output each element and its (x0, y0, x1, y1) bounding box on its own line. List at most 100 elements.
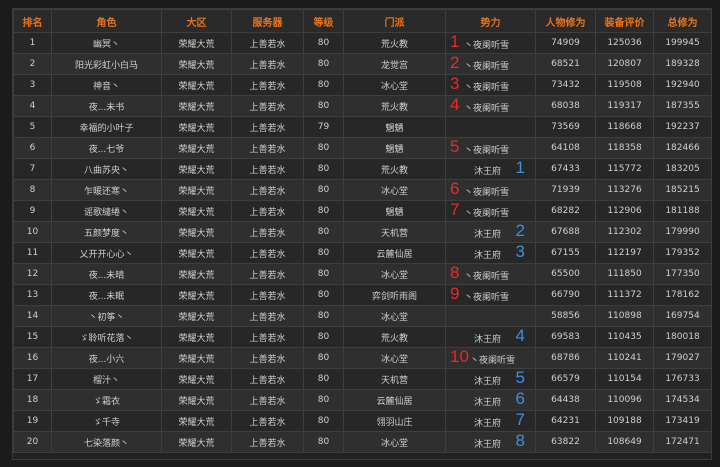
table-row[interactable]: 2 阳光彩虹小白马 荣耀大荒 上善若水 80 龙觉宫 2 丶夜阑听雪 68521 120807 18… (13, 53, 712, 75)
cell-rank: 6 (13, 137, 52, 159)
cell-region: 荣耀大荒 (161, 431, 232, 453)
cell-server: 上善若水 (231, 116, 304, 138)
col-header-cultivation[interactable]: 人物修为 (535, 9, 596, 33)
cell-equip: 111372 (595, 284, 654, 306)
col-header-sect[interactable]: 门派 (343, 9, 446, 33)
cell-sect: 翎羽山庄 (343, 410, 446, 432)
cell-equip: 119508 (595, 74, 654, 96)
cell-rank: 3 (13, 74, 52, 96)
faction-rank-marker: 5 (450, 137, 460, 156)
table-row[interactable]: 20 七染落颜丶 荣耀大荒 上善若水 80 冰心堂 8 沐王府 63822 108649 17247… (13, 431, 712, 453)
col-header-role[interactable]: 角色 (51, 9, 162, 33)
cell-rank: 9 (13, 200, 52, 222)
table-row[interactable]: 16 夜...小六 荣耀大荒 上善若水 80 冰心堂 10 丶夜阑听雪 68786 110241 1… (13, 347, 712, 369)
cell-equip: 110241 (595, 347, 654, 369)
cell-total: 179027 (653, 347, 712, 369)
cell-region: 荣耀大荒 (161, 347, 232, 369)
faction-name: 沐王府 (474, 440, 502, 450)
faction-rank-marker: 3 (450, 74, 460, 93)
cell-faction: 7 丶夜阑听雪 (445, 200, 536, 222)
cell-server: 上善若水 (231, 263, 304, 285)
cell-cult: 66790 (535, 284, 596, 306)
cell-region: 荣耀大荒 (161, 179, 232, 201)
cell-sect: 云麓仙居 (343, 242, 446, 264)
cell-faction: 1 沐王府 (445, 158, 536, 180)
faction-name: 丶夜阑听雪 (464, 188, 510, 198)
table-row[interactable]: 11 乂开开心心丶 荣耀大荒 上善若水 80 云麓仙居 3 沐王府 67155 112197 179… (13, 242, 712, 264)
faction-name: 丶夜阑听雪 (470, 356, 516, 366)
faction-name: 沐王府 (474, 398, 502, 408)
cell-level: 80 (303, 389, 344, 411)
cell-region: 荣耀大荒 (161, 53, 232, 75)
col-header-equip-score[interactable]: 装备评价 (595, 9, 654, 33)
cell-sect: 天机营 (343, 368, 446, 390)
table-row[interactable]: 13 夜...未眠 荣耀大荒 上善若水 80 弈剑听雨阁 9 丶夜阑听雪 66790 111372… (13, 284, 712, 306)
cell-sect: 荒火教 (343, 158, 446, 180)
col-header-server[interactable]: 服务器 (231, 9, 304, 33)
cell-rank: 8 (13, 179, 52, 201)
col-header-faction[interactable]: 势力 (445, 9, 536, 33)
cell-server: 上善若水 (231, 410, 304, 432)
cell-level: 80 (303, 326, 344, 348)
col-header-total[interactable]: 总修为 (653, 9, 712, 33)
col-header-region[interactable]: 大区 (161, 9, 232, 33)
cell-server: 上善若水 (231, 347, 304, 369)
cell-region: 荣耀大荒 (161, 32, 232, 54)
cell-rank: 18 (13, 389, 52, 411)
col-header-level[interactable]: 等级 (303, 9, 344, 33)
cell-region: 荣耀大荒 (161, 326, 232, 348)
cell-equip: 110898 (595, 305, 654, 327)
cell-region: 荣耀大荒 (161, 95, 232, 117)
table-row[interactable]: 19 ゞ千寺 荣耀大荒 上善若水 80 翎羽山庄 7 沐王府 64231 109188 173419 (13, 410, 712, 432)
table-row[interactable]: 10 五颜梦度丶 荣耀大荒 上善若水 80 天机营 2 沐王府 67688 112302 17999… (13, 221, 712, 243)
cell-rank: 2 (13, 53, 52, 75)
cell-equip: 112302 (595, 221, 654, 243)
col-header-rank[interactable]: 排名 (13, 9, 52, 33)
table-header-row: 排名 角色 大区 服务器 等级 门派 势力 人物修为 装备评价 总修为 (13, 9, 712, 33)
cell-level: 80 (303, 431, 344, 453)
cell-faction (445, 305, 536, 327)
table-row[interactable]: 5 幸福的小叶子 荣耀大荒 上善若水 79 魍魉 73569 118668 192237 (13, 116, 712, 138)
faction-name: 沐王府 (474, 251, 502, 261)
cell-total: 199945 (653, 32, 712, 54)
cell-server: 上善若水 (231, 242, 304, 264)
cell-total: 174534 (653, 389, 712, 411)
cell-level: 80 (303, 284, 344, 306)
faction-rank-marker: 9 (450, 284, 460, 303)
cell-total: 192237 (653, 116, 712, 138)
table-row[interactable]: 14 丶初筝丶 荣耀大荒 上善若水 80 冰心堂 58856 110898 169754 (13, 305, 712, 327)
cell-level: 80 (303, 368, 344, 390)
table-row[interactable]: 12 夜...未晴 荣耀大荒 上善若水 80 冰心堂 8 丶夜阑听雪 65500 111850 17… (13, 263, 712, 285)
cell-total: 189328 (653, 53, 712, 75)
table-row[interactable]: 1 幽冥丶 荣耀大荒 上善若水 80 荒火教 1 丶夜阑听雪 74909 125036 199945 (13, 32, 712, 54)
cell-total: 172471 (653, 431, 712, 453)
cell-cult: 69583 (535, 326, 596, 348)
cell-role: 谣歌缱绻丶 (51, 200, 162, 222)
cell-equip: 110096 (595, 389, 654, 411)
table-row[interactable]: 18 ゞ霜衣 荣耀大荒 上善若水 80 云麓仙居 6 沐王府 64438 110096 174534 (13, 389, 712, 411)
faction-name: 丶夜阑听雪 (464, 83, 510, 93)
cell-server: 上善若水 (231, 305, 304, 327)
faction-name: 沐王府 (474, 419, 502, 429)
table-row[interactable]: 3 神音丶 荣耀大荒 上善若水 80 冰心堂 3 丶夜阑听雪 73432 119508 192940 (13, 74, 712, 96)
cell-total: 179990 (653, 221, 712, 243)
table-row[interactable]: 9 谣歌缱绻丶 荣耀大荒 上善若水 80 魍魉 7 丶夜阑听雪 68282 112906 18118… (13, 200, 712, 222)
cell-sect: 荒火教 (343, 32, 446, 54)
table-row[interactable]: 17 榴汁丶 荣耀大荒 上善若水 80 天机营 5 沐王府 66579 110154 176733 (13, 368, 712, 390)
cell-total: 176733 (653, 368, 712, 390)
table-row[interactable]: 15 ゞ聆听花落丶 荣耀大荒 上善若水 80 荒火教 4 沐王府 69583 110435 1800… (13, 326, 712, 348)
cell-total: 187355 (653, 95, 712, 117)
cell-total: 183205 (653, 158, 712, 180)
cell-role: 七染落颜丶 (51, 431, 162, 453)
table-row[interactable]: 4 夜...未书 荣耀大荒 上善若水 80 荒火教 4 丶夜阑听雪 68038 119317 187… (13, 95, 712, 117)
table-row[interactable]: 8 乍暖还寒丶 荣耀大荒 上善若水 80 冰心堂 6 丶夜阑听雪 71939 113276 1852… (13, 179, 712, 201)
cell-level: 80 (303, 200, 344, 222)
table-row[interactable]: 6 夜...七爷 荣耀大荒 上善若水 80 魍魉 5 丶夜阑听雪 64108 118358 1824… (13, 137, 712, 159)
table-row[interactable]: 7 八曲苏央丶 荣耀大荒 上善若水 80 荒火教 1 沐王府 67433 115772 183205 (13, 158, 712, 180)
cell-equip: 108649 (595, 431, 654, 453)
cell-role: 幸福的小叶子 (51, 116, 162, 138)
cell-sect: 天机营 (343, 221, 446, 243)
cell-faction: 2 沐王府 (445, 221, 536, 243)
faction-name: 沐王府 (474, 230, 502, 240)
cell-sect: 冰心堂 (343, 347, 446, 369)
